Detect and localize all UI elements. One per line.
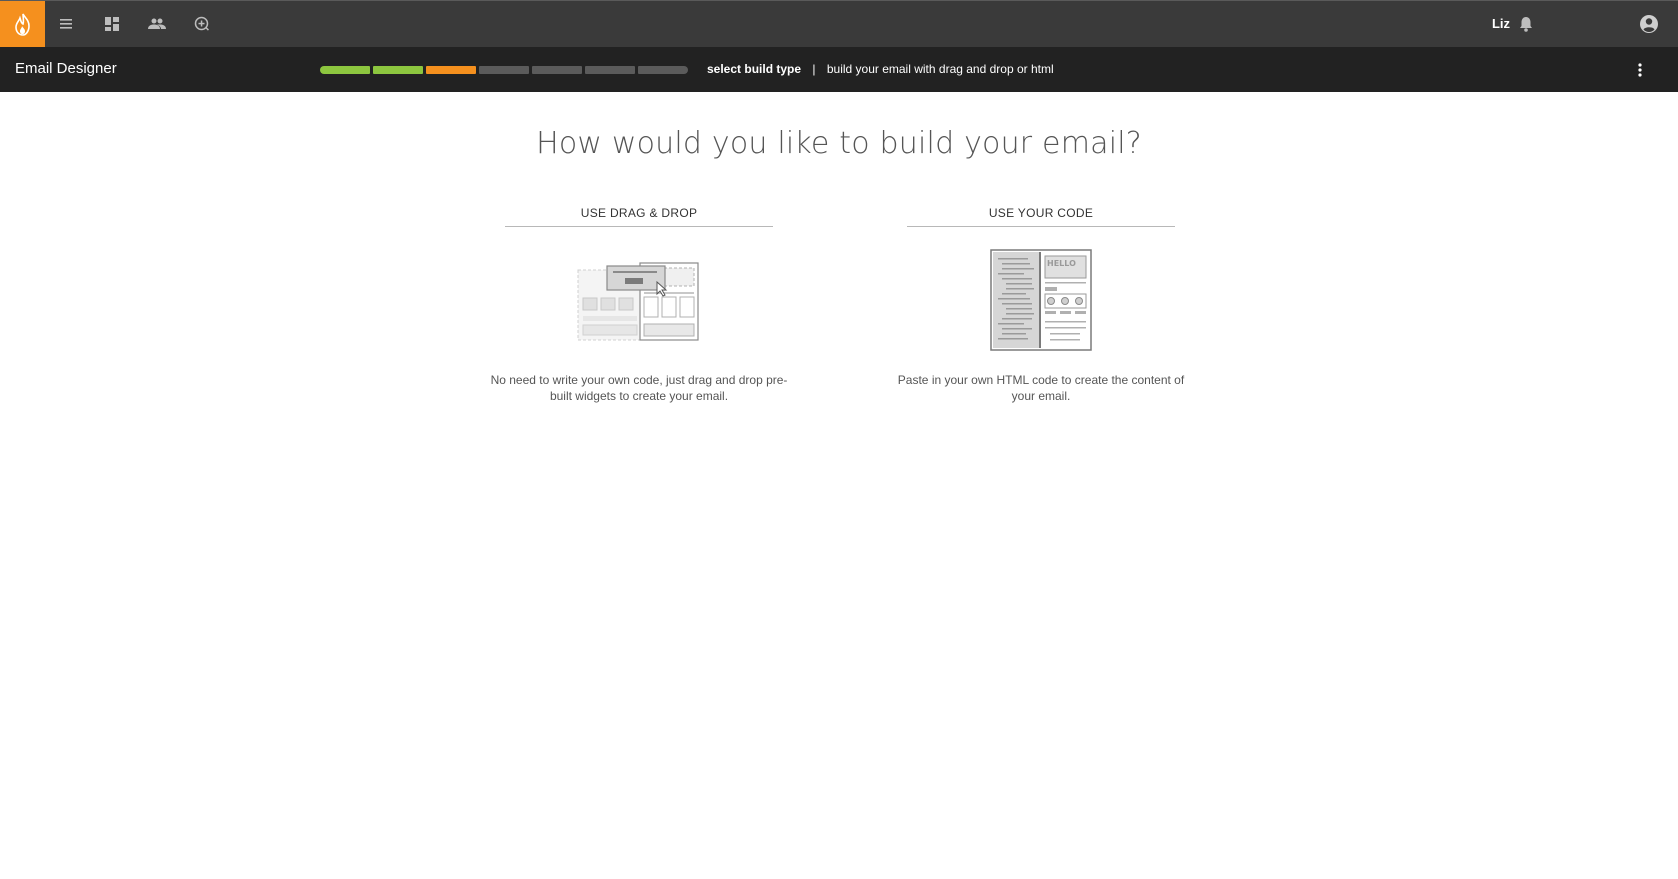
step-info: select build type | build your email wit… — [707, 62, 1054, 76]
progress-step-3 — [426, 66, 476, 74]
your-code-description: Paste in your own HTML code to create th… — [897, 373, 1185, 403]
top-nav-bar: Liz — [0, 0, 1678, 48]
progress-step-1 — [320, 66, 370, 74]
user-name-label[interactable]: Liz — [1492, 16, 1510, 31]
dashboard-icon[interactable] — [101, 13, 123, 35]
more-options-icon[interactable] — [1630, 59, 1650, 81]
page-title: How would you like to build your email? — [536, 126, 1142, 161]
progress-step-6 — [585, 66, 635, 74]
your-code-option[interactable]: USE YOUR CODE HELLO Paste in your own HT… — [886, 206, 1196, 404]
step-description: build your email with drag and drop or h… — [826, 62, 1054, 76]
svg-text:HELLO: HELLO — [1047, 259, 1076, 268]
step-progress-bar — [320, 66, 688, 74]
add-circle-icon[interactable] — [191, 13, 213, 35]
people-icon[interactable] — [146, 13, 168, 35]
account-circle-icon[interactable] — [1638, 13, 1660, 35]
progress-step-2 — [373, 66, 423, 74]
drag-drop-heading[interactable]: USE DRAG & DROP — [505, 206, 773, 227]
progress-step-5 — [532, 66, 582, 74]
drag-drop-illustration — [484, 227, 794, 372]
menu-icon[interactable] — [55, 13, 77, 35]
progress-step-7 — [638, 66, 688, 74]
current-step-label: select build type — [707, 62, 802, 76]
bell-icon[interactable] — [1515, 13, 1537, 35]
step-separator: | — [812, 62, 816, 76]
drag-drop-description: No need to write your own code, just dra… — [490, 373, 788, 403]
drag-drop-option[interactable]: USE DRAG & DROP No need to write your ow… — [484, 206, 794, 404]
your-code-illustration: HELLO — [886, 227, 1196, 372]
flame-logo-icon[interactable] — [0, 1, 45, 48]
app-title: Email Designer — [15, 60, 117, 77]
progress-step-4 — [479, 66, 529, 74]
your-code-heading[interactable]: USE YOUR CODE — [907, 206, 1175, 227]
designer-header: Email Designer select build type | build… — [0, 47, 1678, 92]
